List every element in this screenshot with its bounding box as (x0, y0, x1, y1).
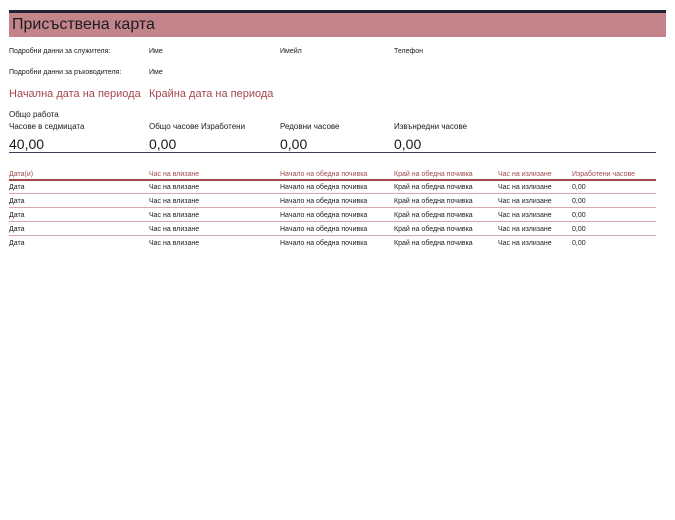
cell-date[interactable]: Дата (9, 212, 25, 219)
cell-lunch-end[interactable]: Край на обедна почивка (394, 226, 473, 233)
cell-date[interactable]: Дата (9, 240, 25, 247)
cell-lunch-start[interactable]: Начало на обедна почивка (280, 198, 367, 205)
employee-name-field[interactable]: Име (149, 48, 163, 55)
row-divider (9, 207, 656, 208)
overtime-hours-value: 0,00 (394, 136, 422, 152)
regular-hours-label: Редовни часове (280, 122, 340, 131)
cell-time-out[interactable]: Час на излизане (498, 240, 552, 247)
summary-section-label: Общо работа (9, 110, 59, 119)
cell-time-out[interactable]: Час на излизане (498, 198, 552, 205)
employee-phone-field[interactable]: Телефон (394, 48, 423, 55)
cell-lunch-start[interactable]: Начало на обедна почивка (280, 240, 367, 247)
title-bar: Присъствена карта (9, 13, 666, 37)
th-time-in[interactable]: Час на влизане (149, 171, 199, 178)
cell-time-in[interactable]: Час на влизане (149, 226, 199, 233)
th-lunch-start[interactable]: Начало на обедна почивка (280, 171, 367, 178)
table-row: Дата Час на влизане Начало на обедна поч… (9, 237, 656, 250)
cell-lunch-start[interactable]: Начало на обедна почивка (280, 212, 367, 219)
th-hours-worked[interactable]: Изработени часове (572, 171, 635, 178)
th-date[interactable]: Дата(и) (9, 171, 33, 178)
row-divider (9, 235, 656, 236)
table-row: Дата Час на влизане Начало на обедна поч… (9, 195, 656, 208)
cell-lunch-end[interactable]: Край на обедна почивка (394, 240, 473, 247)
page-title[interactable]: Присъствена карта (12, 16, 155, 34)
period-start-field[interactable]: Начална дата на периода (9, 88, 141, 100)
cell-date[interactable]: Дата (9, 184, 25, 191)
manager-details-label: Подробни данни за ръководителя: (9, 69, 122, 76)
cell-hours-worked: 0,00 (572, 226, 586, 233)
total-worked-hours-value: 0,00 (149, 136, 177, 152)
cell-date[interactable]: Дата (9, 226, 25, 233)
summary-rule (9, 152, 656, 153)
manager-name-field[interactable]: Име (149, 69, 163, 76)
table-row: Дата Час на влизане Начало на обедна поч… (9, 223, 656, 236)
table-row: Дата Час на влизане Начало на обедна поч… (9, 209, 656, 222)
employee-details-label: Подробни данни за служителя: (9, 48, 111, 55)
cell-time-out[interactable]: Час на излизане (498, 212, 552, 219)
th-lunch-end[interactable]: Край на обедна почивка (394, 171, 473, 178)
th-time-out[interactable]: Час на излизане (498, 171, 552, 178)
cell-time-in[interactable]: Час на влизане (149, 212, 199, 219)
weekly-hours-value[interactable]: 40,00 (9, 136, 44, 152)
cell-lunch-end[interactable]: Край на обедна почивка (394, 198, 473, 205)
cell-hours-worked: 0,00 (572, 198, 586, 205)
cell-lunch-end[interactable]: Край на обедна почивка (394, 184, 473, 191)
cell-time-out[interactable]: Час на излизане (498, 184, 552, 191)
total-worked-hours-label: Общо часове Изработени (149, 122, 246, 131)
overtime-hours-label: Извънредни часове (394, 122, 468, 131)
table-row: Дата Час на влизане Начало на обедна поч… (9, 181, 656, 194)
cell-time-in[interactable]: Час на влизане (149, 240, 199, 247)
row-divider (9, 221, 656, 222)
cell-hours-worked: 0,00 (572, 212, 586, 219)
weekly-hours-label: Часове в седмицата (9, 122, 85, 131)
cell-hours-worked: 0,00 (572, 184, 586, 191)
cell-date[interactable]: Дата (9, 198, 25, 205)
employee-email-field[interactable]: Имейл (280, 48, 302, 55)
cell-lunch-start[interactable]: Начало на обедна почивка (280, 184, 367, 191)
cell-lunch-end[interactable]: Край на обедна почивка (394, 212, 473, 219)
row-divider (9, 193, 656, 194)
regular-hours-value: 0,00 (280, 136, 308, 152)
cell-time-in[interactable]: Час на влизане (149, 184, 199, 191)
period-end-field[interactable]: Крайна дата на периода (149, 88, 273, 100)
cell-time-out[interactable]: Час на излизане (498, 226, 552, 233)
cell-time-in[interactable]: Час на влизане (149, 198, 199, 205)
cell-hours-worked: 0,00 (572, 240, 586, 247)
cell-lunch-start[interactable]: Начало на обедна почивка (280, 226, 367, 233)
